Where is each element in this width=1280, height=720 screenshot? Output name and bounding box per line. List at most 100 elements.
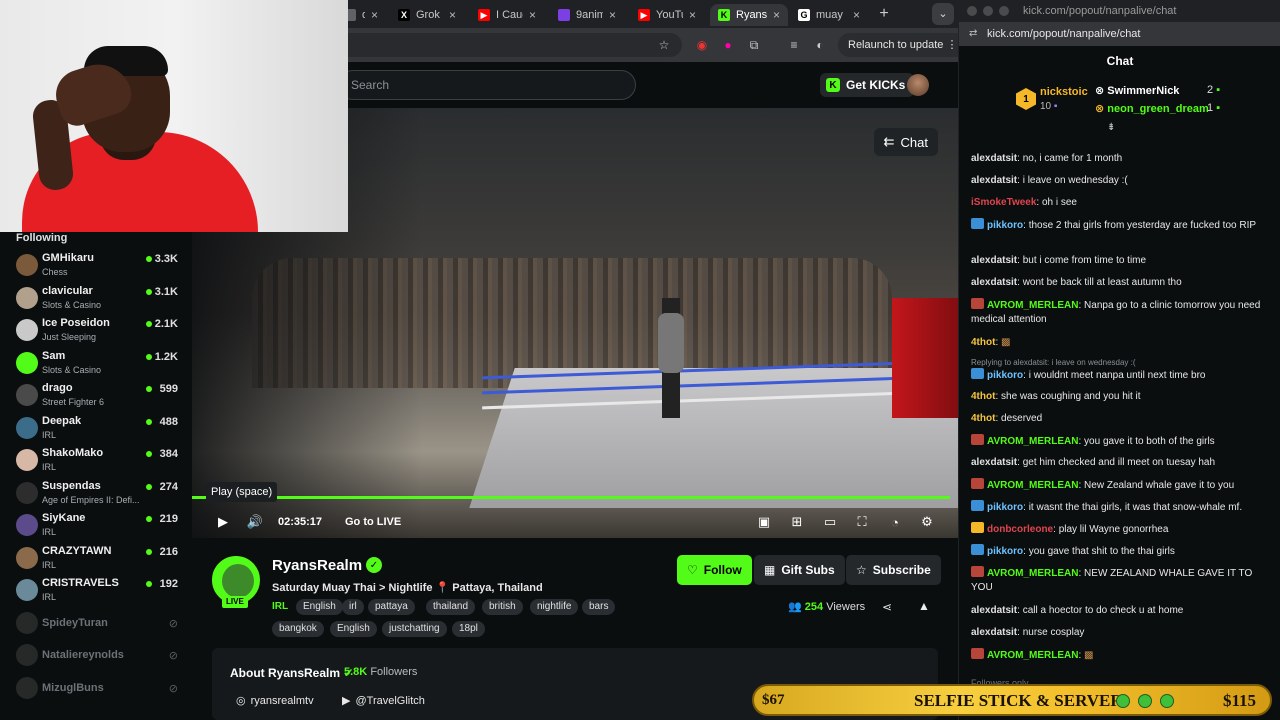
- address-bar[interactable]: [330, 33, 682, 57]
- gift-subs-button[interactable]: ▦ Gift Subs: [754, 555, 845, 585]
- tab-close-icon[interactable]: ×: [773, 8, 780, 22]
- theater-mode-icon[interactable]: ▭: [821, 513, 839, 531]
- subscribe-button[interactable]: ☆ Subscribe: [846, 555, 941, 585]
- extension-red-icon[interactable]: ◉: [694, 37, 710, 53]
- tab-close-icon[interactable]: ×: [853, 8, 860, 22]
- leaderboard-entry[interactable]: ⊗ SwimmerNick: [1095, 84, 1179, 97]
- chat-username[interactable]: 4thot: [971, 413, 995, 424]
- extension-pink-icon[interactable]: ●: [720, 37, 736, 53]
- media-controls-icon[interactable]: ≡: [786, 37, 802, 53]
- get-kicks-button[interactable]: K Get KICKs: [820, 73, 915, 97]
- tab-close-icon[interactable]: ×: [449, 8, 456, 22]
- sidebar-channel-item[interactable]: drago Street Fighter 6 599: [14, 380, 184, 410]
- chat-username[interactable]: AVROM_MERLEAN: [987, 480, 1078, 491]
- tab-search-button[interactable]: ⌄: [932, 3, 954, 25]
- site-info-icon[interactable]: ⇄: [969, 28, 977, 39]
- fullscreen-icon[interactable]: ⛶: [853, 513, 871, 531]
- popout-address-bar[interactable]: ⇄ kick.com/popout/nanpalive/chat: [959, 22, 1280, 46]
- chat-username[interactable]: alexdatsit: [971, 175, 1017, 186]
- stream-tag[interactable]: nightlife: [530, 599, 579, 615]
- bookmark-star-icon[interactable]: ☆: [656, 37, 672, 53]
- quality-icon[interactable]: ◔: [886, 513, 904, 531]
- extensions-puzzle-icon[interactable]: ⧉: [746, 37, 762, 53]
- sidebar-channel-item[interactable]: SiyKane IRL 219: [14, 510, 184, 540]
- zoom-window-button[interactable]: [999, 6, 1009, 16]
- tab-close-icon[interactable]: ×: [609, 8, 616, 22]
- stream-tag[interactable]: british: [482, 599, 523, 615]
- relaunch-button[interactable]: Relaunch to update ⋮: [838, 33, 958, 57]
- chat-username[interactable]: alexdatsit: [971, 605, 1017, 616]
- sidebar-channel-item[interactable]: CRAZYTAWN IRL 216: [14, 543, 184, 573]
- chat-username[interactable]: pikkoro: [987, 370, 1023, 381]
- chat-username[interactable]: alexdatsit: [971, 457, 1017, 468]
- stream-tag[interactable]: bars: [582, 599, 616, 615]
- close-window-button[interactable]: [967, 6, 977, 16]
- volume-icon[interactable]: 🔊: [246, 513, 264, 531]
- show-chat-button[interactable]: ⇇ Chat: [873, 128, 938, 156]
- search-input[interactable]: Search: [338, 70, 636, 100]
- chat-username[interactable]: AVROM_MERLEAN: [987, 300, 1078, 311]
- profile-icon[interactable]: ◐: [812, 37, 828, 53]
- tab-close-icon[interactable]: ×: [371, 8, 378, 22]
- category-link[interactable]: IRL: [272, 599, 288, 615]
- tab-close-icon[interactable]: ×: [529, 8, 536, 22]
- chat-username[interactable]: alexdatsit: [971, 277, 1017, 288]
- stream-tag[interactable]: 18pl: [452, 621, 485, 637]
- share-icon[interactable]: ⋖: [882, 600, 892, 614]
- chat-username[interactable]: donbcorleone: [987, 524, 1053, 535]
- sidebar-channel-item[interactable]: CRISTRAVELS IRL 192: [14, 575, 184, 605]
- report-icon[interactable]: ▲: [918, 599, 930, 613]
- progress-bar[interactable]: [192, 496, 951, 499]
- sidebar-channel-item[interactable]: GMHikaru Chess 3.3K: [14, 250, 184, 280]
- browser-tab[interactable]: Gmuay ×: [790, 4, 868, 26]
- chat-username[interactable]: pikkoro: [987, 220, 1023, 231]
- tab-close-icon[interactable]: ×: [689, 8, 696, 22]
- instagram-link[interactable]: ◎ ryansrealmtv: [236, 694, 314, 708]
- sidebar-channel-item[interactable]: ShakoMako IRL 384: [14, 445, 184, 475]
- sidebar-channel-item[interactable]: Suspendas Age of Empires II: Defi... 274: [14, 478, 184, 508]
- stream-tag[interactable]: bangkok: [272, 621, 324, 637]
- youtube-link[interactable]: ▶ @TravelGlitch: [342, 694, 425, 708]
- browser-tab[interactable]: X Grok / ×: [390, 4, 464, 26]
- stream-tag[interactable]: English: [330, 621, 377, 637]
- chat-username[interactable]: 4thot: [971, 337, 995, 348]
- leaderboard-entry[interactable]: ⊗ neon_green_dream: [1095, 102, 1209, 115]
- chat-username[interactable]: alexdatsit: [971, 627, 1017, 638]
- sidebar-channel-item[interactable]: Ice Poseidon Just Sleeping 2.1K: [14, 315, 184, 345]
- sidebar-channel-item[interactable]: Deepak IRL 488: [14, 413, 184, 443]
- user-avatar[interactable]: [907, 74, 929, 96]
- chat-username[interactable]: AVROM_MERLEAN: [987, 650, 1078, 661]
- clip-icon[interactable]: ⊞: [788, 513, 806, 531]
- play-button[interactable]: ▶: [214, 513, 232, 531]
- chat-username[interactable]: AVROM_MERLEAN: [987, 568, 1078, 579]
- sidebar-channel-item[interactable]: Nataliereynolds ⊘: [14, 640, 184, 670]
- sidebar-channel-item[interactable]: SpideyTuran ⊘: [14, 608, 184, 638]
- channel-name[interactable]: RyansRealm: [272, 557, 362, 574]
- stream-tag[interactable]: irl: [342, 599, 364, 615]
- browser-tab[interactable]: K Ryansl ×: [710, 4, 788, 26]
- browser-tab[interactable]: ▶ I Caug ×: [470, 4, 544, 26]
- settings-gear-icon[interactable]: ⚙: [918, 513, 936, 531]
- sidebar-channel-item[interactable]: clavicular Slots & Casino 3.1K: [14, 283, 184, 313]
- browser-tab[interactable]: ▶ YouTub ×: [630, 4, 704, 26]
- stream-tag[interactable]: thailand: [426, 599, 476, 615]
- leader-name[interactable]: nickstoic: [1040, 86, 1088, 98]
- sidebar-channel-item[interactable]: Sam Slots & Casino 1.2K: [14, 348, 184, 378]
- sidebar-channel-item[interactable]: MizuglBuns ⊘: [14, 673, 184, 703]
- minimize-window-button[interactable]: [983, 6, 993, 16]
- chat-username[interactable]: pikkoro: [987, 502, 1023, 513]
- stream-tag[interactable]: pattaya: [368, 599, 415, 615]
- chat-username[interactable]: pikkoro: [987, 546, 1023, 557]
- browser-tab[interactable]: 9anim ×: [550, 4, 624, 26]
- follow-button[interactable]: ♡ Follow: [677, 555, 752, 585]
- go-to-live-button[interactable]: Go to LIVE: [345, 516, 401, 528]
- stream-tag[interactable]: English: [296, 599, 343, 615]
- new-tab-button[interactable]: +: [874, 4, 894, 24]
- stream-tag[interactable]: justchatting: [382, 621, 447, 637]
- chat-username[interactable]: alexdatsit: [971, 153, 1017, 164]
- chat-username[interactable]: alexdatsit: [971, 255, 1017, 266]
- chat-username[interactable]: 4thot: [971, 391, 995, 402]
- chat-username[interactable]: iSmokeTweek: [971, 197, 1036, 208]
- picture-in-picture-icon[interactable]: ▣: [755, 513, 773, 531]
- chat-username[interactable]: AVROM_MERLEAN: [987, 436, 1078, 447]
